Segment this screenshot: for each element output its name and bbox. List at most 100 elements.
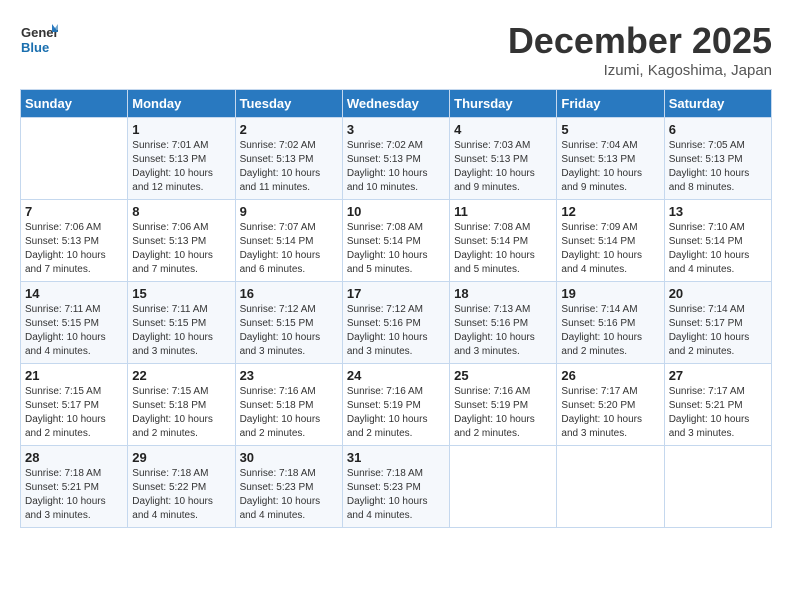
day-info: Sunrise: 7:16 AMSunset: 5:19 PMDaylight:… <box>347 385 445 441</box>
column-header-monday: Monday <box>128 90 235 118</box>
title-block: December 2025 Izumi, Kagoshima, Japan <box>508 20 772 79</box>
logo: General Blue <box>20 20 58 63</box>
day-cell: 22 Sunrise: 7:15 AMSunset: 5:18 PMDaylig… <box>128 364 235 446</box>
column-header-tuesday: Tuesday <box>235 90 342 118</box>
day-cell: 19 Sunrise: 7:14 AMSunset: 5:16 PMDaylig… <box>557 282 664 364</box>
day-number: 26 <box>561 368 659 383</box>
day-number: 20 <box>669 286 767 301</box>
day-number: 19 <box>561 286 659 301</box>
day-number: 22 <box>132 368 230 383</box>
day-info: Sunrise: 7:11 AMSunset: 5:15 PMDaylight:… <box>25 303 123 359</box>
day-cell: 20 Sunrise: 7:14 AMSunset: 5:17 PMDaylig… <box>664 282 771 364</box>
day-number: 11 <box>454 204 552 219</box>
week-row-5: 28 Sunrise: 7:18 AMSunset: 5:21 PMDaylig… <box>21 446 772 528</box>
day-info: Sunrise: 7:08 AMSunset: 5:14 PMDaylight:… <box>454 221 552 277</box>
day-cell <box>21 118 128 200</box>
day-cell: 30 Sunrise: 7:18 AMSunset: 5:23 PMDaylig… <box>235 446 342 528</box>
day-info: Sunrise: 7:06 AMSunset: 5:13 PMDaylight:… <box>132 221 230 277</box>
day-info: Sunrise: 7:08 AMSunset: 5:14 PMDaylight:… <box>347 221 445 277</box>
column-header-wednesday: Wednesday <box>342 90 449 118</box>
day-info: Sunrise: 7:18 AMSunset: 5:21 PMDaylight:… <box>25 467 123 523</box>
day-info: Sunrise: 7:02 AMSunset: 5:13 PMDaylight:… <box>240 139 338 195</box>
day-number: 31 <box>347 450 445 465</box>
day-info: Sunrise: 7:14 AMSunset: 5:16 PMDaylight:… <box>561 303 659 359</box>
day-cell: 9 Sunrise: 7:07 AMSunset: 5:14 PMDayligh… <box>235 200 342 282</box>
day-cell <box>664 446 771 528</box>
column-header-saturday: Saturday <box>664 90 771 118</box>
day-info: Sunrise: 7:07 AMSunset: 5:14 PMDaylight:… <box>240 221 338 277</box>
column-header-sunday: Sunday <box>21 90 128 118</box>
day-info: Sunrise: 7:17 AMSunset: 5:20 PMDaylight:… <box>561 385 659 441</box>
day-number: 6 <box>669 122 767 137</box>
day-cell: 1 Sunrise: 7:01 AMSunset: 5:13 PMDayligh… <box>128 118 235 200</box>
page-header: General Blue December 2025 Izumi, Kagosh… <box>20 20 772 79</box>
day-cell: 21 Sunrise: 7:15 AMSunset: 5:17 PMDaylig… <box>21 364 128 446</box>
day-info: Sunrise: 7:10 AMSunset: 5:14 PMDaylight:… <box>669 221 767 277</box>
day-cell: 13 Sunrise: 7:10 AMSunset: 5:14 PMDaylig… <box>664 200 771 282</box>
day-cell: 29 Sunrise: 7:18 AMSunset: 5:22 PMDaylig… <box>128 446 235 528</box>
day-number: 17 <box>347 286 445 301</box>
week-row-4: 21 Sunrise: 7:15 AMSunset: 5:17 PMDaylig… <box>21 364 772 446</box>
day-cell: 28 Sunrise: 7:18 AMSunset: 5:21 PMDaylig… <box>21 446 128 528</box>
day-cell <box>450 446 557 528</box>
day-cell: 10 Sunrise: 7:08 AMSunset: 5:14 PMDaylig… <box>342 200 449 282</box>
day-info: Sunrise: 7:17 AMSunset: 5:21 PMDaylight:… <box>669 385 767 441</box>
day-info: Sunrise: 7:01 AMSunset: 5:13 PMDaylight:… <box>132 139 230 195</box>
day-info: Sunrise: 7:16 AMSunset: 5:18 PMDaylight:… <box>240 385 338 441</box>
week-row-2: 7 Sunrise: 7:06 AMSunset: 5:13 PMDayligh… <box>21 200 772 282</box>
day-number: 23 <box>240 368 338 383</box>
day-number: 9 <box>240 204 338 219</box>
column-header-thursday: Thursday <box>450 90 557 118</box>
day-info: Sunrise: 7:12 AMSunset: 5:15 PMDaylight:… <box>240 303 338 359</box>
day-number: 1 <box>132 122 230 137</box>
month-title: December 2025 <box>508 20 772 62</box>
day-number: 24 <box>347 368 445 383</box>
day-cell: 15 Sunrise: 7:11 AMSunset: 5:15 PMDaylig… <box>128 282 235 364</box>
day-number: 2 <box>240 122 338 137</box>
day-cell: 3 Sunrise: 7:02 AMSunset: 5:13 PMDayligh… <box>342 118 449 200</box>
day-info: Sunrise: 7:18 AMSunset: 5:23 PMDaylight:… <box>347 467 445 523</box>
day-number: 30 <box>240 450 338 465</box>
day-info: Sunrise: 7:06 AMSunset: 5:13 PMDaylight:… <box>25 221 123 277</box>
day-cell: 24 Sunrise: 7:16 AMSunset: 5:19 PMDaylig… <box>342 364 449 446</box>
day-info: Sunrise: 7:03 AMSunset: 5:13 PMDaylight:… <box>454 139 552 195</box>
day-number: 15 <box>132 286 230 301</box>
day-cell: 27 Sunrise: 7:17 AMSunset: 5:21 PMDaylig… <box>664 364 771 446</box>
day-info: Sunrise: 7:18 AMSunset: 5:22 PMDaylight:… <box>132 467 230 523</box>
day-cell: 23 Sunrise: 7:16 AMSunset: 5:18 PMDaylig… <box>235 364 342 446</box>
day-cell: 8 Sunrise: 7:06 AMSunset: 5:13 PMDayligh… <box>128 200 235 282</box>
day-number: 7 <box>25 204 123 219</box>
day-info: Sunrise: 7:09 AMSunset: 5:14 PMDaylight:… <box>561 221 659 277</box>
day-info: Sunrise: 7:15 AMSunset: 5:17 PMDaylight:… <box>25 385 123 441</box>
day-number: 18 <box>454 286 552 301</box>
day-info: Sunrise: 7:16 AMSunset: 5:19 PMDaylight:… <box>454 385 552 441</box>
day-cell: 17 Sunrise: 7:12 AMSunset: 5:16 PMDaylig… <box>342 282 449 364</box>
day-cell: 11 Sunrise: 7:08 AMSunset: 5:14 PMDaylig… <box>450 200 557 282</box>
column-headers: SundayMondayTuesdayWednesdayThursdayFrid… <box>21 90 772 118</box>
day-number: 16 <box>240 286 338 301</box>
day-number: 21 <box>25 368 123 383</box>
day-number: 5 <box>561 122 659 137</box>
day-cell: 4 Sunrise: 7:03 AMSunset: 5:13 PMDayligh… <box>450 118 557 200</box>
day-cell: 5 Sunrise: 7:04 AMSunset: 5:13 PMDayligh… <box>557 118 664 200</box>
day-info: Sunrise: 7:15 AMSunset: 5:18 PMDaylight:… <box>132 385 230 441</box>
day-number: 25 <box>454 368 552 383</box>
day-cell <box>557 446 664 528</box>
day-number: 27 <box>669 368 767 383</box>
logo-mark: General Blue <box>20 20 58 63</box>
day-cell: 18 Sunrise: 7:13 AMSunset: 5:16 PMDaylig… <box>450 282 557 364</box>
day-number: 8 <box>132 204 230 219</box>
day-cell: 6 Sunrise: 7:05 AMSunset: 5:13 PMDayligh… <box>664 118 771 200</box>
day-cell: 2 Sunrise: 7:02 AMSunset: 5:13 PMDayligh… <box>235 118 342 200</box>
day-info: Sunrise: 7:05 AMSunset: 5:13 PMDaylight:… <box>669 139 767 195</box>
day-number: 4 <box>454 122 552 137</box>
day-number: 13 <box>669 204 767 219</box>
day-info: Sunrise: 7:13 AMSunset: 5:16 PMDaylight:… <box>454 303 552 359</box>
day-cell: 12 Sunrise: 7:09 AMSunset: 5:14 PMDaylig… <box>557 200 664 282</box>
day-number: 10 <box>347 204 445 219</box>
day-info: Sunrise: 7:04 AMSunset: 5:13 PMDaylight:… <box>561 139 659 195</box>
day-info: Sunrise: 7:02 AMSunset: 5:13 PMDaylight:… <box>347 139 445 195</box>
week-row-1: 1 Sunrise: 7:01 AMSunset: 5:13 PMDayligh… <box>21 118 772 200</box>
day-cell: 26 Sunrise: 7:17 AMSunset: 5:20 PMDaylig… <box>557 364 664 446</box>
day-number: 14 <box>25 286 123 301</box>
